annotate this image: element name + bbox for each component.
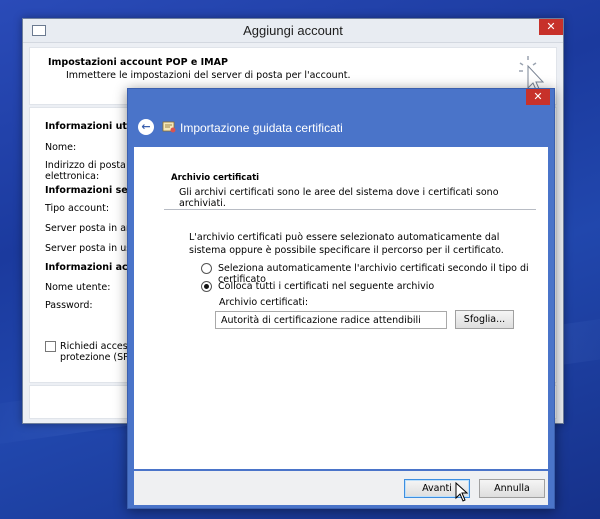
radio-auto-select[interactable] xyxy=(201,263,212,274)
add-account-titlebar[interactable]: Aggiungi account xyxy=(23,19,563,43)
wizard-content: Archivio certificati Gli archivi certifi… xyxy=(134,147,548,469)
name-label: Nome: xyxy=(45,142,77,153)
store-field-label: Archivio certificati: xyxy=(219,297,309,308)
username-label: Nome utente: xyxy=(45,282,111,293)
header-title: Impostazioni account POP e IMAP xyxy=(48,57,228,68)
window-title: Aggiungi account xyxy=(243,23,343,38)
wizard-title: Importazione guidata certificati xyxy=(180,121,343,135)
radio-manual-store-label[interactable]: Colloca tutti i certificati nel seguente… xyxy=(218,281,434,292)
certificate-store-input[interactable] xyxy=(215,311,447,329)
email-label: Indirizzo di posta xyxy=(45,160,126,171)
spa-checkbox[interactable] xyxy=(45,341,56,352)
description-text: L'archivio certificati può essere selezi… xyxy=(189,232,504,256)
browse-button[interactable]: Sfoglia... xyxy=(455,310,514,329)
app-icon xyxy=(32,25,46,36)
account-type-label: Tipo account: xyxy=(45,203,110,214)
back-arrow-icon[interactable]: ← xyxy=(138,119,154,135)
mouse-pointer-icon xyxy=(455,482,469,502)
certificate-icon xyxy=(162,121,176,133)
wizard-close-button[interactable]: ✕ xyxy=(526,89,550,105)
wizard-header: ← Importazione guidata certificati xyxy=(134,111,548,145)
certificate-import-wizard: ✕ ← Importazione guidata certificati Arc… xyxy=(127,88,555,509)
section-subtitle: Gli archivi certificati sono le aree del… xyxy=(179,187,499,209)
cancel-button[interactable]: Annulla xyxy=(479,479,545,498)
wizard-footer: Avanti Annulla xyxy=(134,471,548,505)
separator xyxy=(164,209,536,210)
header-subtitle: Immettere le impostazioni del server di … xyxy=(66,70,351,81)
section-title: Archivio certificati xyxy=(171,173,260,183)
close-button[interactable]: ✕ xyxy=(539,19,563,35)
email-label-line2: elettronica: xyxy=(45,171,100,182)
password-label: Password: xyxy=(45,300,93,311)
radio-manual-store[interactable] xyxy=(201,281,212,292)
